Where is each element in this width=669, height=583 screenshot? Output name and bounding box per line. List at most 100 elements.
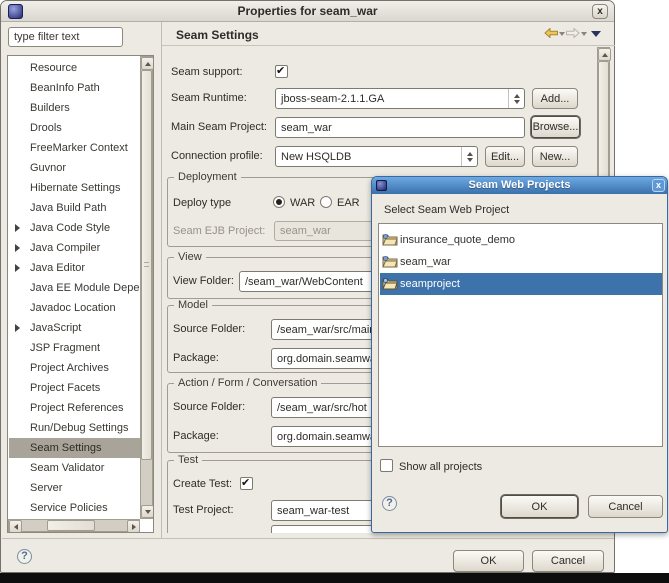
scroll-right-icon[interactable]	[127, 520, 140, 533]
forward-menu-caret-icon[interactable]	[581, 32, 587, 36]
seam-support-label: Seam support:	[171, 66, 243, 78]
action-source-folder-label: Source Folder:	[173, 401, 245, 413]
list-item-insurance-quote-demo[interactable]: insurance_quote_demo	[380, 229, 663, 251]
filter-input[interactable]	[8, 27, 123, 47]
sidebar-item-java-ee-module-dependencies[interactable]: Java EE Module Depe	[9, 278, 140, 298]
view-group-title: View	[174, 251, 206, 263]
model-group-title: Model	[174, 299, 212, 311]
help-icon[interactable]: ?	[382, 496, 397, 511]
back-icon[interactable]	[544, 28, 558, 38]
ear-radio-label: EAR	[337, 197, 360, 209]
web-folder-icon	[382, 233, 398, 246]
header-divider	[162, 45, 615, 46]
create-test-label: Create Test:	[173, 478, 232, 490]
back-menu-caret-icon[interactable]	[559, 32, 565, 36]
action-group-title: Action / Form / Conversation	[174, 377, 321, 389]
sidebar-horizontal-scrollbar[interactable]	[8, 519, 140, 532]
war-radio[interactable]	[273, 196, 285, 208]
add-button[interactable]: Add...	[532, 88, 578, 109]
scroll-up-icon[interactable]	[141, 57, 154, 70]
select-project-label: Select Seam Web Project	[384, 204, 509, 216]
new-button[interactable]: New...	[532, 146, 578, 167]
seam-runtime-label: Seam Runtime:	[171, 92, 247, 104]
sidebar-item-seam-settings[interactable]: Seam Settings	[9, 438, 140, 458]
forward-icon[interactable]	[566, 28, 580, 38]
expand-arrow-icon[interactable]	[15, 224, 20, 232]
sidebar-item-java-build-path[interactable]: Java Build Path	[9, 198, 140, 218]
combo-spinner-icon[interactable]	[461, 147, 477, 166]
show-all-projects-label: Show all projects	[399, 461, 482, 473]
window-title: Properties for seam_war	[1, 4, 614, 18]
sidebar-item-seam-validator[interactable]: Seam Validator	[9, 458, 140, 478]
dialog-ok-button[interactable]: OK	[501, 495, 578, 518]
web-folder-icon	[382, 277, 398, 290]
sidebar-item-project-references[interactable]: Project References	[9, 398, 140, 418]
sidebar-item-resource[interactable]: Resource	[9, 58, 140, 78]
sidebar-item-drools[interactable]: Drools	[9, 118, 140, 138]
connection-profile-combo[interactable]: New HSQLDB	[275, 146, 478, 167]
sidebar-item-java-compiler[interactable]: Java Compiler	[9, 238, 140, 258]
sidebar-item-run-debug-settings[interactable]: Run/Debug Settings	[9, 418, 140, 438]
combo-spinner-icon[interactable]	[508, 89, 524, 108]
deployment-group-title: Deployment	[174, 171, 241, 183]
seam-runtime-combo[interactable]: jboss-seam-2.1.1.GA	[275, 88, 525, 109]
scroll-left-icon[interactable]	[9, 520, 22, 533]
sidebar-item-java-code-style[interactable]: Java Code Style	[9, 218, 140, 238]
deploy-type-label: Deploy type	[173, 197, 231, 209]
expand-arrow-icon[interactable]	[15, 264, 20, 272]
taskbar-strip	[0, 573, 669, 583]
ok-button[interactable]: OK	[453, 550, 524, 572]
create-test-checkbox[interactable]	[240, 477, 253, 490]
sidebar-item-project-facets[interactable]: Project Facets	[9, 378, 140, 398]
edit-button[interactable]: Edit...	[485, 146, 525, 167]
sidebar-item-service-policies[interactable]: Service Policies	[9, 498, 140, 518]
connection-profile-label: Connection profile:	[171, 150, 263, 162]
seam-web-projects-dialog: Seam Web Projects x Select Seam Web Proj…	[371, 176, 668, 533]
view-menu-icon[interactable]	[591, 31, 601, 37]
sidebar-item-freemarker-context[interactable]: FreeMarker Context	[9, 138, 140, 158]
sidebar-item-jsp-fragment[interactable]: JSP Fragment	[9, 338, 140, 358]
scroll-down-icon[interactable]	[141, 505, 154, 518]
sidebar-item-javadoc-location[interactable]: Javadoc Location	[9, 298, 140, 318]
test-project-label: Test Project:	[173, 504, 234, 516]
main-seam-project-input[interactable]	[275, 117, 525, 138]
ear-radio[interactable]	[320, 196, 332, 208]
cancel-button[interactable]: Cancel	[532, 550, 604, 572]
sidebar-item-javascript[interactable]: JavaScript	[9, 318, 140, 338]
scrollbar-thumb[interactable]	[47, 520, 95, 531]
war-radio-label: WAR	[290, 197, 315, 209]
sidebar-item-builders[interactable]: Builders	[9, 98, 140, 118]
expand-arrow-icon[interactable]	[15, 244, 20, 252]
view-folder-label: View Folder:	[173, 275, 234, 287]
sidebar-item-java-editor[interactable]: Java Editor	[9, 258, 140, 278]
show-all-projects-checkbox[interactable]	[380, 459, 393, 472]
help-icon[interactable]: ?	[17, 549, 32, 564]
sidebar-item-beaninfo-path[interactable]: BeanInfo Path	[9, 78, 140, 98]
sidebar-vertical-scrollbar[interactable]	[140, 56, 153, 519]
test-group-title: Test	[174, 454, 202, 466]
dialog-titlebar[interactable]: Seam Web Projects x	[372, 177, 667, 194]
list-item-seam-war[interactable]: seam_war	[380, 251, 663, 273]
close-icon[interactable]: x	[652, 179, 665, 192]
browse-button[interactable]: Browse...	[531, 116, 580, 138]
dialog-cancel-button[interactable]: Cancel	[588, 495, 663, 518]
sidebar-item-project-archives[interactable]: Project Archives	[9, 358, 140, 378]
sidebar-item-guvnor[interactable]: Guvnor	[9, 158, 140, 178]
page-title: Seam Settings	[176, 28, 259, 42]
dialog-title: Seam Web Projects	[372, 179, 667, 191]
seam-support-checkbox[interactable]	[275, 65, 288, 78]
footer-divider	[2, 538, 614, 539]
sidebar-item-server[interactable]: Server	[9, 478, 140, 498]
list-item-seamproject[interactable]: seamproject	[380, 273, 663, 295]
action-package-label: Package:	[173, 430, 219, 442]
scrollbar-thumb[interactable]	[141, 70, 152, 460]
model-package-label: Package:	[173, 352, 219, 364]
sidebar-divider	[161, 22, 162, 538]
web-folder-icon	[382, 255, 398, 268]
scroll-up-icon[interactable]	[598, 48, 611, 61]
close-icon[interactable]: x	[592, 4, 608, 19]
window-titlebar[interactable]: Properties for seam_war x	[1, 1, 614, 22]
expand-arrow-icon[interactable]	[15, 324, 20, 332]
project-list: insurance_quote_demo seam_war seamprojec…	[378, 223, 663, 447]
sidebar-item-hibernate-settings[interactable]: Hibernate Settings	[9, 178, 140, 198]
